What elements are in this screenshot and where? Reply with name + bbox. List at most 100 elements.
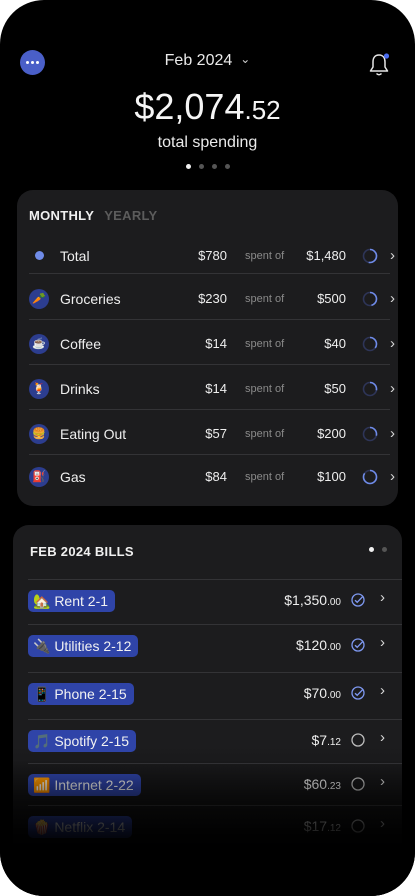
chevron-right-icon: › (390, 290, 395, 307)
category-name: Coffee (60, 335, 101, 352)
page-dot (211, 164, 217, 169)
page-indicator (0, 164, 415, 169)
spent-amount: $84 (205, 469, 227, 484)
bullet-icon (35, 251, 44, 260)
spent-of-label: spent of (245, 382, 285, 395)
page-dot (382, 547, 387, 552)
budget-amount: $50 (324, 381, 346, 396)
bill-amount: $60.23 (303, 776, 341, 792)
bill-tag[interactable]: 🏡 Rent 2-1 (28, 590, 116, 612)
spent-of-label: spent of (245, 427, 285, 440)
budget-amount: $100 (317, 469, 346, 484)
tab-yearly[interactable]: YEARLY (104, 208, 157, 223)
bill-row[interactable]: 🎵 Spotify 2-15 $7.12 › (28, 718, 387, 762)
spent-of-label: spent of (245, 292, 285, 305)
budget-row-total[interactable]: Total $780 spent of $1,480 › (29, 233, 395, 278)
category-name: Total (60, 247, 90, 264)
gas-pump-icon: ⛽ (29, 466, 49, 487)
chevron-right-icon: › (390, 468, 395, 485)
budget-amount: $1,480 (306, 248, 346, 263)
row-divider (29, 364, 390, 365)
spent-of-label: spent of (245, 337, 285, 350)
chevron-right-icon: › (380, 589, 385, 606)
bill-tag[interactable]: 🔌 Utilities 2-12 (28, 635, 139, 657)
chevron-right-icon: › (390, 425, 395, 442)
bill-tag[interactable]: 📱 Phone 2-15 (28, 683, 134, 705)
progress-ring-icon (362, 469, 378, 484)
bill-tag[interactable]: 🍿 Netflix 2-14 (28, 816, 133, 838)
unpaid-circle-icon[interactable] (351, 733, 365, 747)
carrot-icon: 🥕 (29, 288, 49, 309)
budget-row-gas[interactable]: ⛽ Gas $84 spent of $100 › (29, 454, 395, 499)
spent-amount: $780 (198, 248, 227, 263)
chevron-right-icon: › (380, 634, 385, 651)
app-screen: Feb 2024 ⌄ $2,074.52 total spending MONTH… (0, 0, 415, 896)
tab-monthly[interactable]: MONTHLY (29, 208, 94, 223)
chevron-right-icon: › (380, 729, 385, 746)
bill-tag[interactable]: 🎵 Spotify 2-15 (28, 730, 137, 752)
bill-row[interactable]: 🏡 Rent 2-1 $1,350.00 › (28, 578, 387, 622)
coffee-icon: ☕ (29, 333, 49, 354)
bills-page-indicator (369, 547, 387, 552)
chevron-right-icon: › (390, 247, 395, 264)
progress-ring-icon (362, 381, 378, 396)
chevron-down-icon: ⌄ (240, 52, 251, 66)
total-spending-amount: $2,074.52 (134, 86, 281, 127)
row-divider (29, 273, 390, 274)
unpaid-circle-icon[interactable] (351, 777, 365, 791)
category-name: Groceries (60, 290, 121, 307)
spent-amount: $230 (198, 291, 227, 306)
budget-card: MONTHLY YEARLY Total $780 spent of $1,480 › 🥕… (17, 190, 398, 506)
month-label: Feb 2024 (164, 52, 233, 69)
budget-row-drinks[interactable]: 🍹 Drinks $14 spent of $50 › (29, 366, 395, 411)
category-name: Eating Out (60, 425, 127, 442)
bill-row[interactable]: 📶 Internet 2-22 $60.23 › (28, 762, 387, 806)
spent-of-label: spent of (245, 470, 285, 483)
bill-amount: $70.00 (303, 685, 341, 701)
page-dot (224, 164, 230, 169)
budget-row-coffee[interactable]: ☕ Coffee $14 spent of $40 › (29, 321, 395, 366)
unpaid-circle-icon[interactable] (351, 819, 365, 833)
chevron-right-icon: › (390, 380, 395, 397)
bills-card: FEB 2024 BILLS 🏡 Rent 2-1 $1,350.00 › 🔌 Uti… (13, 525, 402, 896)
bill-row[interactable]: 🍿 Netflix 2-14 $17.12 › (28, 804, 387, 848)
bill-amount: $7.12 (311, 732, 341, 748)
progress-ring-icon (362, 426, 378, 441)
budget-amount: $200 (317, 426, 346, 441)
bill-amount: $17.12 (303, 818, 341, 834)
spent-amount: $14 (205, 381, 227, 396)
page-dot (369, 547, 374, 552)
budget-amount: $40 (324, 336, 346, 351)
row-divider (29, 319, 390, 320)
bills-title: FEB 2024 BILLS (30, 544, 134, 559)
budget-row-eating-out[interactable]: 🍔 Eating Out $57 spent of $200 › (29, 411, 395, 456)
spent-amount: $57 (205, 426, 227, 441)
category-name: Gas (60, 468, 86, 485)
drink-icon: 🍹 (29, 378, 49, 399)
bill-row[interactable]: 🔌 Utilities 2-12 $120.00 › (28, 623, 387, 667)
month-picker[interactable]: Feb 2024 ⌄ (0, 52, 415, 70)
row-divider (29, 409, 390, 410)
budget-amount: $500 (317, 291, 346, 306)
chevron-right-icon: › (390, 335, 395, 352)
paid-check-icon[interactable] (351, 593, 365, 607)
budget-row-groceries[interactable]: 🥕 Groceries $230 spent of $500 › (29, 276, 395, 321)
chevron-right-icon: › (380, 815, 385, 832)
bill-tag[interactable]: 📶 Internet 2-22 (28, 774, 141, 796)
spent-amount: $14 (205, 336, 227, 351)
notification-bell-icon[interactable] (367, 52, 391, 78)
chevron-right-icon: › (380, 682, 385, 699)
bill-row[interactable]: 📱 Phone 2-15 $70.00 › (28, 671, 387, 715)
paid-check-icon[interactable] (351, 638, 365, 652)
total-spending-label: total spending (157, 134, 258, 151)
period-tabs: MONTHLY YEARLY (29, 208, 158, 223)
page-dot (198, 164, 204, 169)
paid-check-icon[interactable] (351, 686, 365, 700)
progress-ring-icon (362, 336, 378, 351)
progress-ring-icon (362, 291, 378, 306)
category-name: Drinks (60, 380, 100, 397)
progress-ring-icon (362, 248, 378, 263)
chevron-right-icon: › (380, 773, 385, 790)
burger-icon: 🍔 (29, 423, 49, 444)
bill-amount: $120.00 (295, 637, 341, 653)
